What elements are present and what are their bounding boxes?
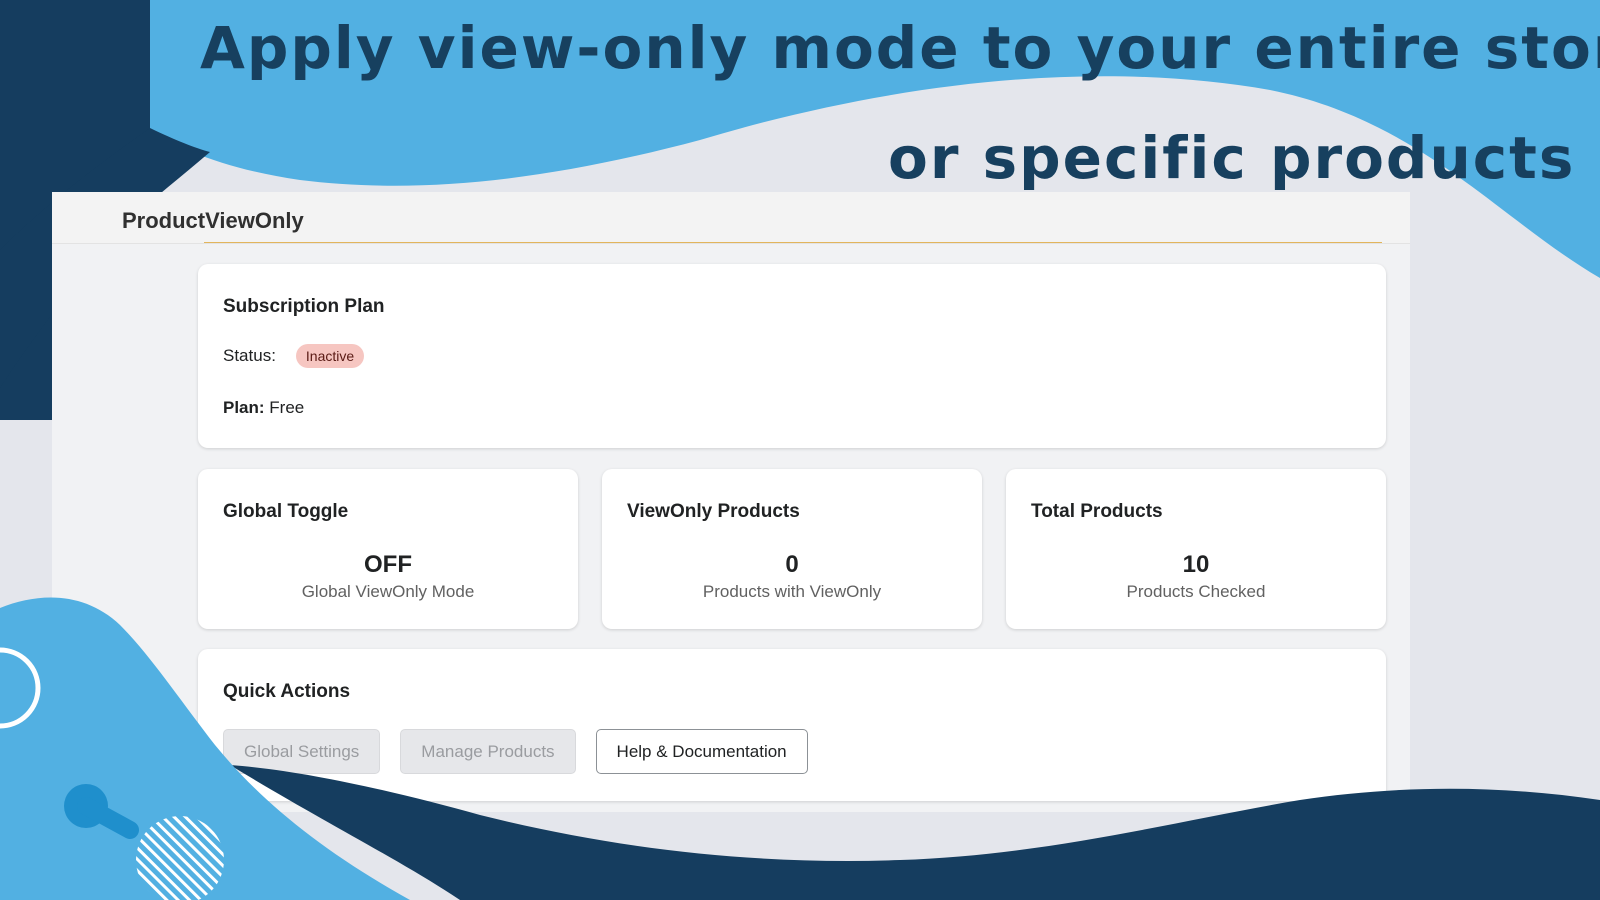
plan-row: Plan: Free xyxy=(223,398,304,418)
total-products-card: Total Products 10 Products Checked xyxy=(1006,469,1386,629)
stat-title: Total Products xyxy=(1031,501,1163,522)
app-title: ProductViewOnly xyxy=(122,208,304,233)
manage-products-button[interactable]: Manage Products xyxy=(400,729,576,774)
plan-value: Free xyxy=(269,398,305,417)
app-frame: ProductViewOnly Subscription Plan Status… xyxy=(52,192,1410,812)
plan-label: Plan: xyxy=(223,398,265,417)
stat-title: ViewOnly Products xyxy=(627,501,800,522)
status-row: Status: Inactive xyxy=(223,344,365,368)
status-label: Status: xyxy=(223,346,276,365)
quick-actions-buttons: Global Settings Manage Products Help & D… xyxy=(223,729,808,774)
help-documentation-button[interactable]: Help & Documentation xyxy=(595,729,808,774)
stat-caption: Products with ViewOnly xyxy=(702,582,882,601)
stat-value: 0 xyxy=(785,551,799,578)
stat-caption: Products Checked xyxy=(1126,582,1266,601)
headline-line-1: Apply view-only mode to your entire stor… xyxy=(200,14,1600,82)
header-divider xyxy=(204,242,1382,243)
global-toggle-card: Global Toggle OFF Global ViewOnly Mode xyxy=(198,469,578,629)
subscription-card: Subscription Plan Status: Inactive Plan:… xyxy=(198,264,1386,448)
stat-title: Global Toggle xyxy=(223,501,349,522)
stat-value: 10 xyxy=(1182,551,1210,578)
subscription-title: Subscription Plan xyxy=(223,296,385,317)
stat-caption: Global ViewOnly Mode xyxy=(301,582,475,601)
viewonly-products-card: ViewOnly Products 0 Products with ViewOn… xyxy=(602,469,982,629)
headline-line-2: or specific products xyxy=(888,124,1576,192)
quick-actions-title: Quick Actions xyxy=(223,681,351,702)
global-settings-button[interactable]: Global Settings xyxy=(223,729,381,774)
stat-value: OFF xyxy=(364,551,412,578)
quick-actions-card: Quick Actions Global Settings Manage Pro… xyxy=(198,649,1386,801)
app-header: ProductViewOnly xyxy=(52,192,1410,244)
status-badge: Inactive xyxy=(295,344,365,368)
